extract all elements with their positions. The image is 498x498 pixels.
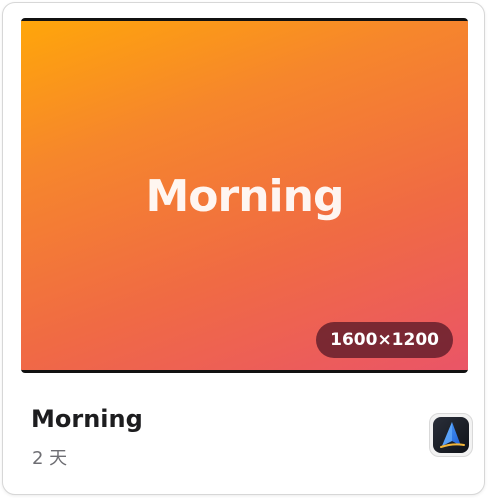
card-subtitle: 2 天 xyxy=(32,448,68,469)
wallpaper-card[interactable]: Morning 1600×1200 Morning 2 天 xyxy=(2,2,485,495)
wallpaper-thumbnail[interactable]: Morning 1600×1200 xyxy=(21,18,468,373)
thumbnail-title: Morning xyxy=(145,171,345,222)
spark-arrow-app-icon[interactable] xyxy=(429,413,473,457)
arrow-logo-icon xyxy=(433,417,469,453)
resolution-badge: 1600×1200 xyxy=(316,322,453,358)
thumbnail-image: Morning 1600×1200 xyxy=(21,21,468,370)
card-title: Morning xyxy=(31,405,143,433)
